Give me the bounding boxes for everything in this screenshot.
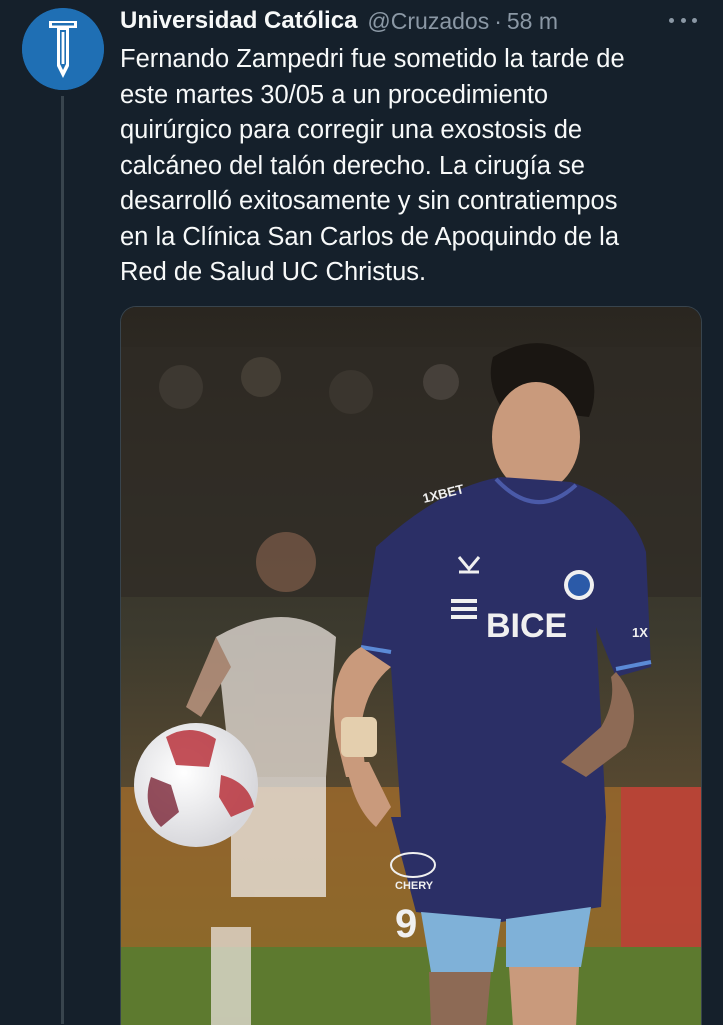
tweet-text-line: este martes 30/05 a un procedimiento (120, 80, 549, 109)
tweet-text: Fernando Zampedri fue sometido la tarde … (120, 42, 705, 291)
avatar[interactable] (22, 8, 104, 90)
shorts-sponsor-text: CHERY (395, 880, 434, 892)
author-handle[interactable]: @Cruzados (367, 8, 489, 35)
tweet-photo[interactable]: BICE 1XBET 1X CHERY 9 (120, 306, 702, 1025)
jersey-sponsor-text: BICE (486, 607, 567, 645)
tweet-text-line: calcáneo del talón derecho. La cirugía s… (120, 151, 585, 180)
shorts-number-text: 9 (395, 902, 417, 946)
sleeve-text: 1X (632, 625, 648, 640)
tweet-text-line: Fernando Zampedri fue sometido la tarde … (120, 45, 625, 73)
tweet[interactable]: Universidad Católica @Cruzados · 58 m Fe… (0, 0, 723, 1025)
header-separator: · (494, 7, 502, 34)
tweet-text-line: en la Clínica San Carlos de Apoquindo de… (120, 222, 620, 251)
author-name[interactable]: Universidad Católica (120, 7, 357, 35)
thread-connector-line (61, 96, 64, 1024)
tweet-text-line: quirúrgico para corregir una exostosis d… (120, 116, 583, 144)
tweet-text-line: desarrolló exitosamente y sin contratiem… (120, 187, 618, 215)
tweet-text-line: Red de Salud UC Christus. (120, 258, 427, 286)
more-horizontal-icon[interactable] (669, 10, 697, 30)
university-crest-icon (22, 8, 104, 90)
football-player-photo: BICE 1XBET 1X CHERY 9 (121, 307, 701, 1025)
tweet-header: Universidad Católica @Cruzados · 58 m (120, 6, 703, 36)
tweet-timestamp[interactable]: 58 m (507, 8, 558, 35)
